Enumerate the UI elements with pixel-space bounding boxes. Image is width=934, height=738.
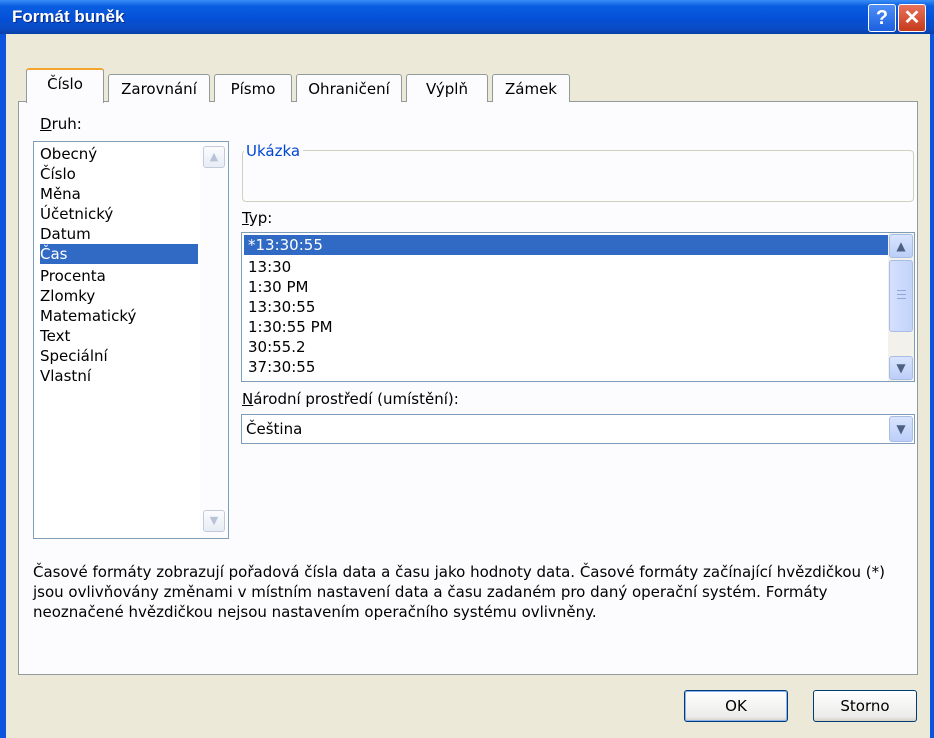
help-icon: ?: [875, 7, 889, 29]
locale-label-accesskey: N: [242, 390, 254, 408]
cancel-button[interactable]: Storno: [813, 690, 917, 722]
chevron-up-icon[interactable]: ▲: [203, 146, 225, 168]
type-scrollbar[interactable]: ▲ ▼: [888, 233, 914, 381]
tab-label: Ohraničení: [308, 80, 390, 98]
title-bar[interactable]: Formát buněk ? ✕: [0, 0, 934, 34]
description-line: Časové formáty zobrazují pořadová čísla …: [33, 563, 885, 581]
chevron-up-icon[interactable]: ▲: [889, 234, 913, 258]
locale-value: Čeština: [246, 420, 303, 438]
tab-ohraniceni[interactable]: Ohraničení: [296, 74, 402, 102]
close-icon: ✕: [903, 7, 921, 29]
category-scrollbar[interactable]: ▲ ▼: [200, 142, 228, 538]
category-item-ucetnicky[interactable]: Účetnický: [40, 204, 198, 224]
tab-zamek[interactable]: Zámek: [492, 74, 570, 102]
type-label-accesskey: T: [242, 209, 249, 227]
grip-line: [897, 298, 906, 299]
category-label: Druh:: [40, 115, 82, 133]
tab-label: Výplň: [426, 80, 468, 98]
tab-label: Písmo: [230, 80, 276, 98]
grip-line: [897, 290, 906, 291]
type-list[interactable]: *13:30:55 13:30 1:30 PM 13:30:55 1:30:55…: [241, 232, 915, 382]
tab-zarovnani[interactable]: Zarovnání: [108, 74, 210, 102]
category-item-text[interactable]: Text: [40, 326, 198, 346]
category-item-vlastni[interactable]: Vlastní: [40, 366, 198, 386]
category-item-mena[interactable]: Měna: [40, 184, 198, 204]
category-item-zlomky[interactable]: Zlomky: [40, 286, 198, 306]
category-item-specialni[interactable]: Speciální: [40, 346, 198, 366]
tab-label: Zámek: [505, 80, 557, 98]
window-frame-right: [930, 34, 934, 738]
category-item-cas[interactable]: Čas: [40, 244, 198, 264]
dropdown-chevron-icon[interactable]: ▼: [889, 416, 913, 442]
chevron-down-icon[interactable]: ▼: [889, 356, 913, 380]
window-frame-left: [0, 34, 6, 738]
type-item[interactable]: 13:30: [244, 257, 888, 277]
type-label: Typ:: [242, 209, 272, 227]
type-item[interactable]: 1:30 PM: [244, 277, 888, 297]
type-item[interactable]: 13:30:55: [244, 297, 888, 317]
type-item[interactable]: 1:30:55 PM: [244, 317, 888, 337]
tab-vypln[interactable]: Výplň: [406, 74, 488, 102]
category-item-matematicky[interactable]: Matematický: [40, 306, 198, 326]
tab-cislo[interactable]: Číslo: [26, 68, 104, 103]
category-label-accesskey: D: [40, 115, 52, 133]
locale-label: Národní prostředí (umístění):: [242, 390, 459, 408]
category-list[interactable]: Obecný Číslo Měna Účetnický Datum Čas Pr…: [33, 141, 229, 539]
sample-legend: Ukázka: [244, 142, 304, 160]
category-item-datum[interactable]: Datum: [40, 224, 198, 244]
category-label-text: ruh:: [51, 115, 82, 133]
locale-label-text: árodní prostředí (umístění):: [253, 390, 459, 408]
scrollbar-thumb[interactable]: [889, 260, 913, 332]
tab-pismo[interactable]: Písmo: [214, 74, 292, 102]
sample-box: [242, 150, 914, 202]
ok-button[interactable]: OK: [684, 690, 788, 722]
close-button[interactable]: ✕: [898, 4, 926, 32]
help-button[interactable]: ?: [868, 4, 896, 32]
category-item-cislo[interactable]: Číslo: [40, 164, 198, 184]
format-description: Časové formáty zobrazují pořadová čísla …: [33, 562, 911, 622]
grip-line: [897, 294, 906, 295]
tab-label: Zarovnání: [121, 80, 197, 98]
window-title: Formát buněk: [12, 7, 125, 26]
type-item[interactable]: *13:30:55: [244, 235, 888, 255]
locale-select[interactable]: Čeština ▼: [241, 414, 915, 444]
category-item-obecny[interactable]: Obecný: [40, 144, 198, 164]
type-item[interactable]: 37:30:55: [244, 357, 888, 377]
type-item[interactable]: 30:55.2: [244, 337, 888, 357]
type-label-text: yp:: [248, 209, 273, 227]
description-line: neoznačené hvězdičkou nejsou nastavením …: [33, 603, 597, 621]
category-item-procenta[interactable]: Procenta: [40, 266, 198, 286]
chevron-down-icon[interactable]: ▼: [203, 510, 225, 532]
description-line: jsou ovlivňovány změnami v místním nasta…: [33, 583, 828, 601]
tab-label: Číslo: [47, 75, 83, 93]
